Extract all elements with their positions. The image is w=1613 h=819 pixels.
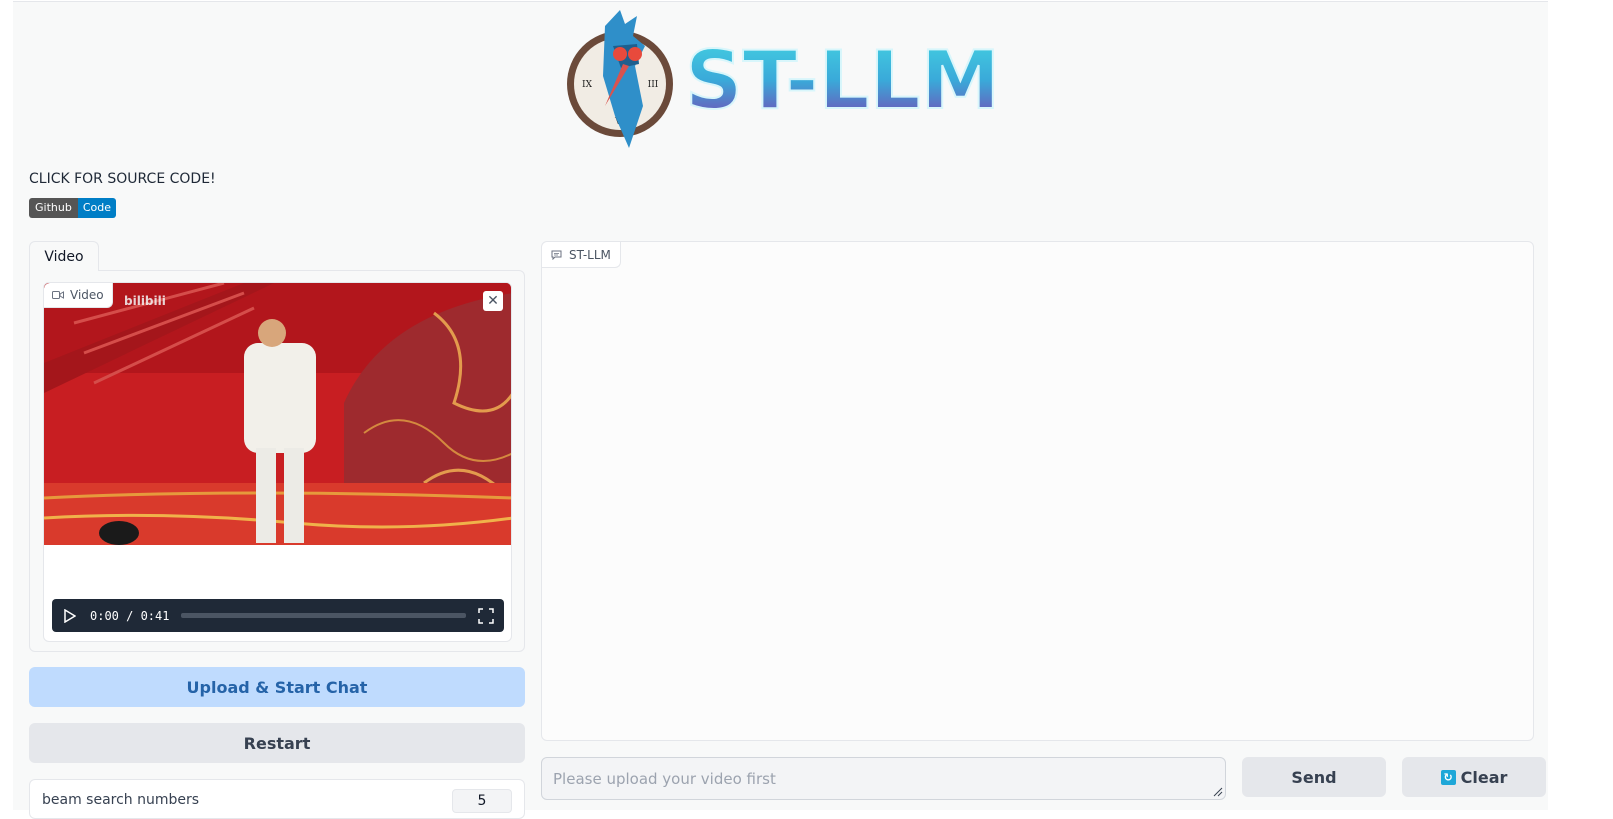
video-player[interactable]: bilibili Video ✕ 0:00 / 0:41 (43, 282, 512, 642)
chatbot-panel: ST-LLM (541, 241, 1534, 741)
svg-text:bilibili: bilibili (124, 294, 166, 308)
send-button-label: Send (1291, 767, 1337, 787)
video-time: 0:00 / 0:41 (90, 608, 170, 623)
code-badge-label: Code (77, 198, 116, 218)
beam-search-number-input[interactable]: 5 (452, 789, 512, 813)
video-box-label: Video (44, 283, 113, 308)
video-thumbnail: bilibili (44, 283, 511, 545)
clear-button-label: Clear (1460, 767, 1508, 787)
chatbot-label: ST-LLM (542, 242, 621, 268)
video-box-label-text: Video (70, 288, 104, 302)
svg-text:ST-LLM: ST-LLM (685, 34, 1000, 127)
svg-text:IX: IX (582, 80, 593, 90)
refresh-icon: ↻ (1440, 769, 1456, 785)
message-input-placeholder: Please upload your video first (553, 770, 776, 788)
upload-start-chat-button[interactable]: Upload & Start Chat (29, 667, 525, 707)
svg-text:III: III (648, 80, 659, 90)
close-icon[interactable]: ✕ (483, 291, 503, 311)
video-seek-bar[interactable] (181, 613, 466, 618)
github-code-badge[interactable]: Github Code (29, 198, 116, 218)
video-frame[interactable]: bilibili (44, 283, 511, 545)
resize-handle-icon[interactable] (1213, 787, 1223, 797)
video-controls: 0:00 / 0:41 (52, 599, 504, 632)
source-code-link-text: CLICK FOR SOURCE CODE! (29, 171, 216, 187)
chatbot-label-text: ST-LLM (569, 247, 611, 262)
github-badge-label: Github (29, 198, 78, 218)
st-llm-logo: XII III VI IX ST-LLM (567, 10, 1001, 148)
video-camera-icon (52, 291, 64, 299)
clear-button[interactable]: ↻ Clear (1402, 757, 1546, 797)
message-input[interactable]: Please upload your video first (541, 757, 1226, 800)
beam-search-label: beam search numbers (42, 792, 200, 808)
send-button[interactable]: Send (1242, 757, 1386, 797)
play-icon[interactable] (62, 608, 78, 624)
app-page: XII III VI IX ST-LLM CLICK FOR SOURCE CO… (13, 1, 1548, 819)
restart-button[interactable]: Restart (29, 723, 525, 763)
tab-video[interactable]: Video (29, 241, 99, 271)
fullscreen-icon[interactable] (478, 607, 494, 624)
chat-bubble-icon (551, 250, 562, 260)
beam-search-slider: beam search numbers 5 (29, 779, 525, 819)
video-tab-panel: bilibili Video ✕ 0:00 / 0:41 (29, 270, 525, 652)
